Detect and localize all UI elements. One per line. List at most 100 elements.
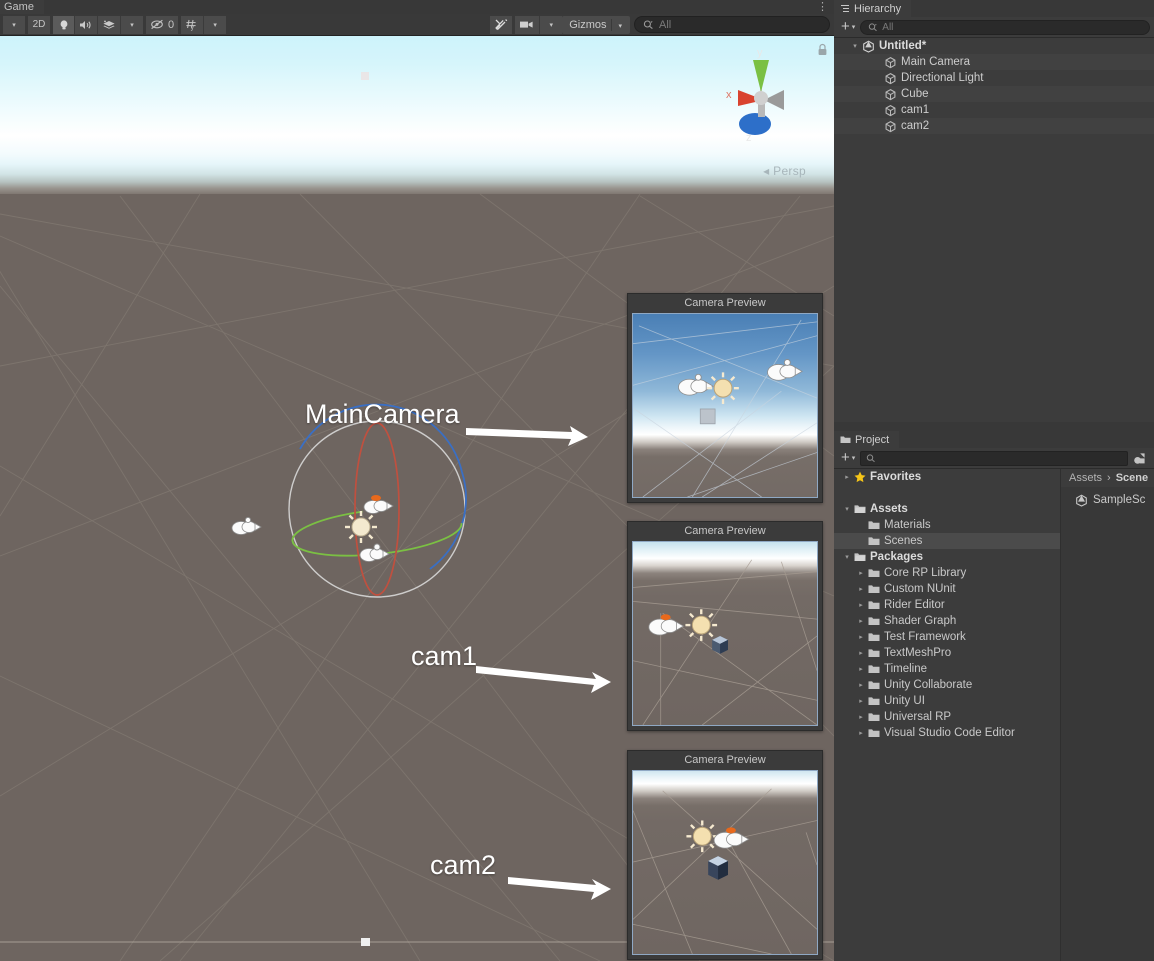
project-item-label: Favorites — [870, 471, 922, 483]
disclosure-arrow-icon[interactable]: ▸ — [854, 713, 868, 721]
hierarchy-item-label: Cube — [901, 88, 929, 100]
effects-dropdown-button[interactable]: ▾ — [121, 15, 143, 34]
disclosure-arrow-icon[interactable]: ▸ — [840, 473, 854, 481]
project-item-shader-graph[interactable]: ▸ Shader Graph — [834, 613, 1060, 629]
kebab-menu-icon[interactable]: ⋮ — [817, 1, 828, 13]
breadcrumb-separator: › — [1107, 472, 1111, 484]
hierarchy-item-label: cam1 — [901, 104, 930, 116]
camera-preview-render — [632, 770, 818, 955]
tab-hierarchy[interactable]: Hierarchy — [834, 0, 912, 17]
disclosure-arrow-icon[interactable]: ▸ — [854, 569, 868, 577]
camera-dropdown-button[interactable]: ▾ — [540, 15, 563, 34]
hierarchy-item-label: Main Camera — [901, 56, 971, 68]
disclosure-arrow-icon[interactable]: ▸ — [854, 585, 868, 593]
project-item-unity-ui[interactable]: ▸ Unity UI — [834, 693, 1060, 709]
disclosure-arrow-icon[interactable]: ▸ — [854, 617, 868, 625]
project-add-button[interactable]: + ▾ — [838, 449, 858, 466]
hierarchy-search-input[interactable]: All — [860, 19, 1150, 35]
scene-search-input[interactable]: All — [634, 16, 830, 33]
disclosure-arrow-icon[interactable]: ▾ — [848, 42, 862, 50]
lock-icon[interactable] — [817, 43, 828, 61]
hierarchy-item-cam1[interactable]: cam1 — [834, 102, 1154, 118]
hierarchy-item-cube[interactable]: Cube — [834, 86, 1154, 102]
project-toolbar: + ▾ — [834, 448, 1154, 469]
projection-mode-label[interactable]: ◂ Persp — [763, 164, 806, 178]
gizmos-label: Gizmos — [569, 18, 607, 31]
scene-toolbar-right: ▾ Gizmos ▾ All — [487, 15, 830, 34]
disclosure-arrow-icon[interactable]: ▸ — [854, 697, 868, 705]
breadcrumb-root[interactable]: Assets — [1069, 472, 1102, 484]
chevron-down-icon: ▾ — [618, 22, 622, 30]
disclosure-arrow-icon[interactable]: ▾ — [840, 553, 854, 561]
project-item-core-rp-library[interactable]: ▸ Core RP Library — [834, 565, 1060, 581]
project-item-label: Assets — [870, 503, 908, 515]
disclosure-arrow-icon[interactable]: ▸ — [854, 649, 868, 657]
search-icon — [867, 453, 876, 462]
project-item-materials[interactable]: Materials — [834, 517, 1060, 533]
hierarchy-item-cam2[interactable]: cam2 — [834, 118, 1154, 134]
lightbulb-icon[interactable] — [53, 15, 75, 34]
chevron-down-icon: ▾ — [130, 21, 134, 29]
project-search-input[interactable] — [860, 450, 1128, 466]
project-item-textmeshpro[interactable]: ▸ TextMeshPro — [834, 645, 1060, 661]
project-item-label: Scenes — [884, 535, 923, 547]
project-item-rider-editor[interactable]: ▸ Rider Editor — [834, 597, 1060, 613]
tab-game[interactable]: Game — [0, 0, 44, 14]
project-item-scenes[interactable]: Scenes — [834, 533, 1060, 549]
hierarchy-item-untitled-[interactable]: ▾ Untitled* — [834, 38, 1154, 54]
hidden-count: 0 — [168, 18, 175, 31]
effects-layers-icon[interactable] — [98, 15, 121, 34]
eye-slash-icon[interactable]: 0 — [146, 15, 179, 34]
folder-icon — [868, 729, 880, 737]
disclosure-arrow-icon[interactable]: ▸ — [854, 729, 868, 737]
disclosure-arrow-icon[interactable]: ▸ — [854, 681, 868, 689]
folder-icon — [868, 697, 880, 705]
project-item-test-framework[interactable]: ▸ Test Framework — [834, 629, 1060, 645]
project-item-timeline[interactable]: ▸ Timeline — [834, 661, 1060, 677]
gizmos-dropdown-button[interactable]: ▾ — [612, 19, 628, 31]
scene-orientation-gizmo[interactable]: y x z — [716, 40, 806, 155]
project-item-custom-nunit[interactable]: ▸ Custom NUnit — [834, 581, 1060, 597]
hierarchy-add-button[interactable]: + ▾ — [838, 19, 858, 34]
gameobject-cube-icon — [885, 72, 896, 84]
disclosure-arrow-icon[interactable]: ▸ — [854, 665, 868, 673]
project-item-label: Shader Graph — [884, 615, 957, 627]
gizmo-axis-z-label: z — [746, 132, 752, 144]
disclosure-arrow-icon[interactable]: ▸ — [854, 633, 868, 641]
tab-project[interactable]: Project — [834, 431, 900, 448]
speaker-icon[interactable] — [75, 15, 98, 34]
folder-icon — [868, 601, 880, 609]
gameobject-cube-icon — [885, 120, 896, 132]
hierarchy-item-label: Untitled* — [879, 40, 927, 52]
asset-filter-icon[interactable] — [1130, 452, 1150, 465]
tab-hierarchy-label: Hierarchy — [854, 2, 902, 15]
view-dropdown-button[interactable]: ▾ — [3, 15, 25, 34]
project-item-visual-studio-code-editor[interactable]: ▸ Visual Studio Code Editor — [834, 725, 1060, 741]
grid-dropdown-button[interactable]: ▾ — [204, 15, 227, 34]
hierarchy-item-directional-light[interactable]: Directional Light — [834, 70, 1154, 86]
project-item-unity-collaborate[interactable]: ▸ Unity Collaborate — [834, 677, 1060, 693]
plus-icon: + — [841, 449, 850, 466]
grid-icon[interactable]: y — [181, 15, 205, 34]
disclosure-arrow-icon[interactable]: ▸ — [854, 601, 868, 609]
folder-icon — [868, 713, 880, 721]
project-asset-browser[interactable]: Assets › Scene SampleSc CSDN @阿赵3D — [1060, 469, 1154, 961]
hierarchy-item-main-camera[interactable]: Main Camera — [834, 54, 1154, 70]
gizmo-axis-x-label: x — [726, 89, 732, 101]
project-panel: Project + ▾ ▸ Favorites ▾ Assets Materia… — [834, 431, 1154, 961]
project-item-universal-rp[interactable]: ▸ Universal RP — [834, 709, 1060, 725]
project-item-packages[interactable]: ▾ Packages — [834, 549, 1060, 565]
tools-icon[interactable] — [490, 15, 513, 34]
project-tree[interactable]: ▸ Favorites ▾ Assets Materials Scenes ▾ Package… — [834, 469, 1060, 961]
disclosure-arrow-icon[interactable]: ▾ — [840, 505, 854, 513]
gizmos-toggle[interactable]: Gizmos ▾ — [562, 15, 630, 34]
gizmo-axis-y-label: y — [757, 47, 763, 59]
asset-item-samplescene[interactable]: SampleSc — [1061, 491, 1154, 509]
hierarchy-tree[interactable]: ▾ Untitled* Main Camera Directional Light Cu… — [834, 38, 1154, 422]
camera-icon[interactable] — [515, 15, 541, 34]
project-item-favorites[interactable]: ▸ Favorites — [834, 469, 1060, 485]
mode-2d-button[interactable]: 2D — [28, 15, 50, 34]
breadcrumb-current[interactable]: Scene — [1116, 472, 1148, 484]
project-item-label: Test Framework — [884, 631, 966, 643]
project-item-assets[interactable]: ▾ Assets — [834, 501, 1060, 517]
